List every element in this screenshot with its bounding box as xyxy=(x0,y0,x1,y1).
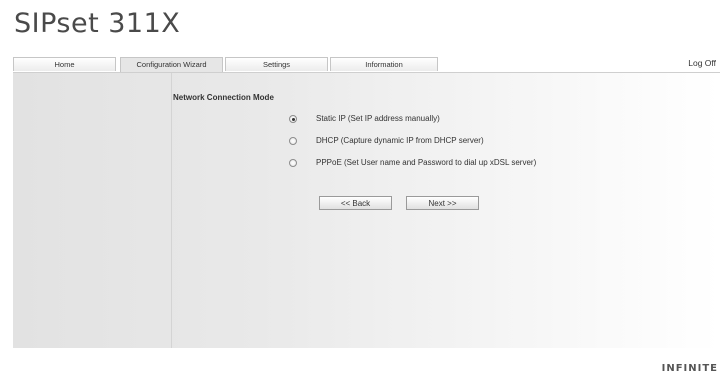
tab-configuration-wizard[interactable]: Configuration Wizard xyxy=(120,57,223,72)
next-button[interactable]: Next >> xyxy=(406,196,479,210)
back-button[interactable]: << Back xyxy=(319,196,392,210)
radio-pppoe[interactable] xyxy=(289,159,297,167)
infinite-logo: INFINITE xyxy=(661,363,718,374)
tab-bar: Home Configuration Wizard Settings Infor… xyxy=(13,57,720,73)
page-title: SIPset 311X xyxy=(14,8,181,39)
tab-home[interactable]: Home xyxy=(13,57,116,71)
tab-information[interactable]: Information xyxy=(330,57,438,71)
main-panel: Network Connection Mode Static IP (Set I… xyxy=(13,73,720,348)
radio-dhcp[interactable] xyxy=(289,137,297,145)
log-off-link[interactable]: Log Off xyxy=(688,58,716,68)
option-label-pppoe: PPPoE (Set User name and Password to dia… xyxy=(316,158,537,167)
section-title: Network Connection Mode xyxy=(173,93,274,102)
sidebar-divider xyxy=(171,73,172,348)
radio-static-ip[interactable] xyxy=(289,115,297,123)
option-label-static-ip: Static IP (Set IP address manually) xyxy=(316,114,440,123)
tab-settings[interactable]: Settings xyxy=(225,57,328,71)
option-label-dhcp: DHCP (Capture dynamic IP from DHCP serve… xyxy=(316,136,484,145)
